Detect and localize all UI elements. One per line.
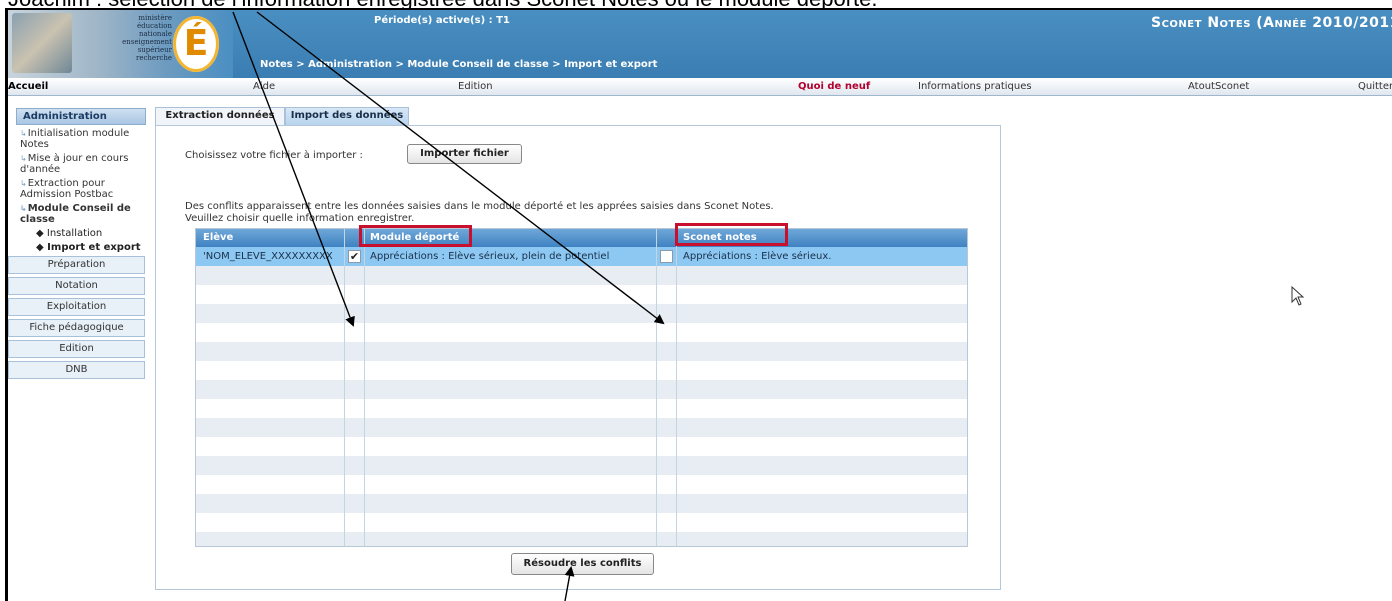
import-file-button[interactable]: Importer fichier [407,144,522,164]
sidebar-item-module-conseil[interactable]: ↳Module Conseil de classe [20,200,148,225]
module-deporte-appreciation: Appréciations : Elève sérieux, plein de … [370,251,610,262]
menu-atoutsconet[interactable]: AtoutSconet [1188,81,1249,92]
highlight-module-deporte [359,225,472,247]
sidebar-edition[interactable]: Edition [8,340,145,358]
table-row [196,399,967,418]
table-row [196,323,967,342]
tab-import-donnees[interactable]: Import des données [285,107,409,125]
table-row[interactable]: 'NOM_ELEVE_XXXXXXXXX ✔ Appréciations : E… [196,247,967,266]
sidebar-item-installation[interactable]: ◆ Installation [36,225,148,239]
conflicts-table: Elève Module déporté Sconet notes 'NOM_E… [195,228,968,547]
highlight-sconet-notes [675,223,788,246]
menu-edition[interactable]: Edition [458,81,493,92]
column-divider [656,229,657,546]
tab-extraction-donnees[interactable]: Extraction données [155,107,285,125]
sidebar-exploitation[interactable]: Exploitation [8,298,145,316]
table-row [196,380,967,399]
table-row [196,494,967,513]
column-divider [364,229,365,546]
sidebar-item-import-export[interactable]: ◆ Import et export [36,239,148,253]
menu-accueil[interactable]: Accueil [8,81,48,92]
e-logo-icon: É [173,16,219,72]
app-title: Sconet Notes (Année 2010/2011) [1151,15,1392,31]
sub-arrow-icon: ↳ [20,154,27,163]
import-panel: Choisissez votre fichier à importer : Im… [155,125,1001,590]
menu-informations-pratiques[interactable]: Informations pratiques [918,81,1032,92]
sidebar-item-mise-a-jour[interactable]: ↳Mise à jour en cours d'année [20,150,148,175]
ministry-logo-text: ministère éducation nationale enseigneme… [122,14,172,62]
conflict-message: Des conflits apparaissent entre les donn… [185,201,774,212]
breadcrumb: Notes > Administration > Module Conseil … [260,59,658,70]
sconet-notes-appreciation: Appréciations : Elève sérieux. [683,251,832,262]
sub-arrow-icon: ↳ [20,179,27,188]
sub-arrow-icon: ↳ [20,204,27,213]
menu-aide[interactable]: Aide [253,81,275,92]
sidebar-fiche-pedagogique[interactable]: Fiche pédagogique [8,319,145,337]
table-row [196,513,967,532]
sidebar-item-initialisation[interactable]: ↳Initialisation module Notes [20,125,148,150]
choose-file-label: Choisissez votre fichier à importer : [185,150,363,161]
active-period: Période(s) active(s) : T1 [374,15,510,26]
column-divider [676,229,677,546]
table-row [196,361,967,380]
student-name: 'NOM_ELEVE_XXXXXXXXX [203,251,333,262]
menu-quoi-de-neuf[interactable]: Quoi de neuf [798,81,870,92]
table-row [196,418,967,437]
column-divider [344,229,345,546]
sidebar-administration[interactable]: Administration [16,108,146,125]
table-header: Elève Module déporté Sconet notes [196,229,967,247]
sidebar: Administration ↳Initialisation module No… [8,108,148,379]
menu-quitter[interactable]: Quitter [1358,81,1392,92]
ministry-logo: ministère éducation nationale enseigneme… [8,10,233,78]
sidebar-notation[interactable]: Notation [8,277,145,295]
table-row [196,304,967,323]
sconet-notes-checkbox[interactable] [660,250,673,263]
menu-bar: Accueil Aide Edition Quoi de neuf Inform… [8,78,1392,96]
mouse-cursor-icon [1291,285,1305,309]
table-row [196,342,967,361]
module-deporte-checkbox[interactable]: ✔ [348,250,361,263]
sidebar-preparation[interactable]: Préparation [8,256,145,274]
table-row [196,532,967,546]
conflict-instruction: Veuillez choisir quelle information enre… [185,213,415,224]
table-row [196,456,967,475]
app-window: ministère éducation nationale enseigneme… [5,8,1392,601]
table-row [196,475,967,494]
table-row [196,437,967,456]
sidebar-dnb[interactable]: DNB [8,361,145,379]
column-eleve: Elève [203,232,234,243]
table-row [196,266,967,285]
resolve-conflicts-button[interactable]: Résoudre les conflits [511,553,654,575]
students-photo [12,13,72,73]
sub-arrow-icon: ↳ [20,129,27,138]
app-header: ministère éducation nationale enseigneme… [8,10,1392,78]
table-row [196,285,967,304]
sidebar-item-extraction-postbac[interactable]: ↳Extraction pour Admission Postbac [20,175,148,200]
